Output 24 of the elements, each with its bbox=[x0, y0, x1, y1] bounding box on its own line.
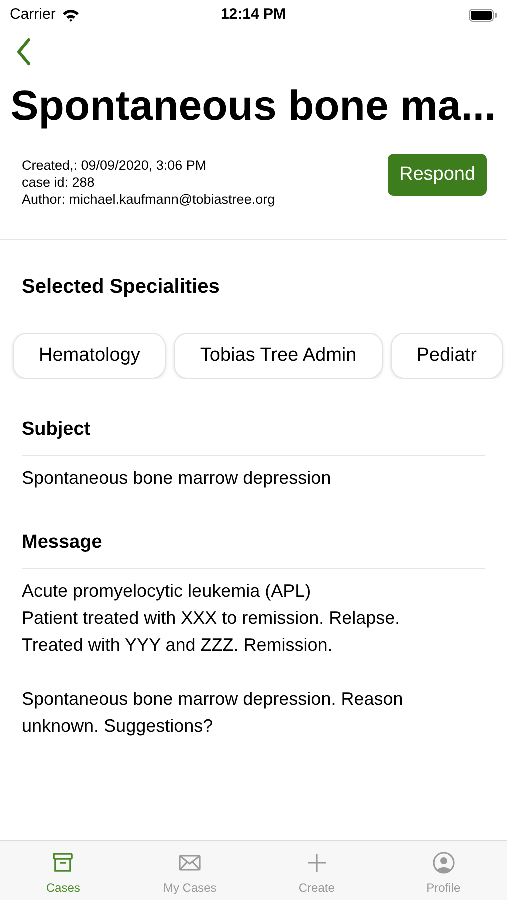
wifi-icon bbox=[62, 8, 80, 22]
box-icon bbox=[51, 851, 76, 875]
message-text: Acute promyelocytic leukemia (APL) Patient treated with XXX to remission. Relapse. Treated with YYY and ZZZ. Remission. Spontaneous bone marrow depression. Reason unknown. Suggestions? bbox=[22, 580, 404, 738]
section-heading: Message bbox=[22, 530, 485, 569]
tab[interactable]: Cases bbox=[0, 841, 127, 900]
carrier-label: Carrier bbox=[10, 4, 56, 25]
meta-line: case id: 288 bbox=[22, 174, 96, 191]
tab[interactable]: Profile bbox=[380, 841, 507, 900]
subject-text: Spontaneous bone marrow depression bbox=[22, 467, 332, 490]
battery-icon bbox=[468, 8, 497, 22]
speciality-chip[interactable]: Hematology bbox=[13, 333, 166, 379]
meta-line: Author: michael.kaufmann@tobiastree.org bbox=[22, 191, 276, 208]
status-time: 12:14 PM bbox=[220, 4, 286, 25]
respond-button[interactable]: Respond bbox=[388, 154, 487, 196]
back-chevron-icon[interactable] bbox=[16, 38, 32, 66]
tab[interactable]: My Cases bbox=[126, 841, 254, 900]
speciality-chip[interactable]: Pediatr bbox=[390, 333, 503, 379]
page-title: Spontaneous bone ma... bbox=[10, 81, 498, 131]
section-heading: Selected Specialities bbox=[21, 275, 221, 300]
section-heading: Subject bbox=[22, 417, 485, 456]
meta-line: Created,: 09/09/2020, 3:06 PM bbox=[22, 157, 208, 174]
profile-icon bbox=[432, 851, 456, 875]
speciality-chip[interactable]: Tobias Tree Admin bbox=[174, 333, 383, 379]
tab[interactable]: Create bbox=[254, 841, 380, 900]
